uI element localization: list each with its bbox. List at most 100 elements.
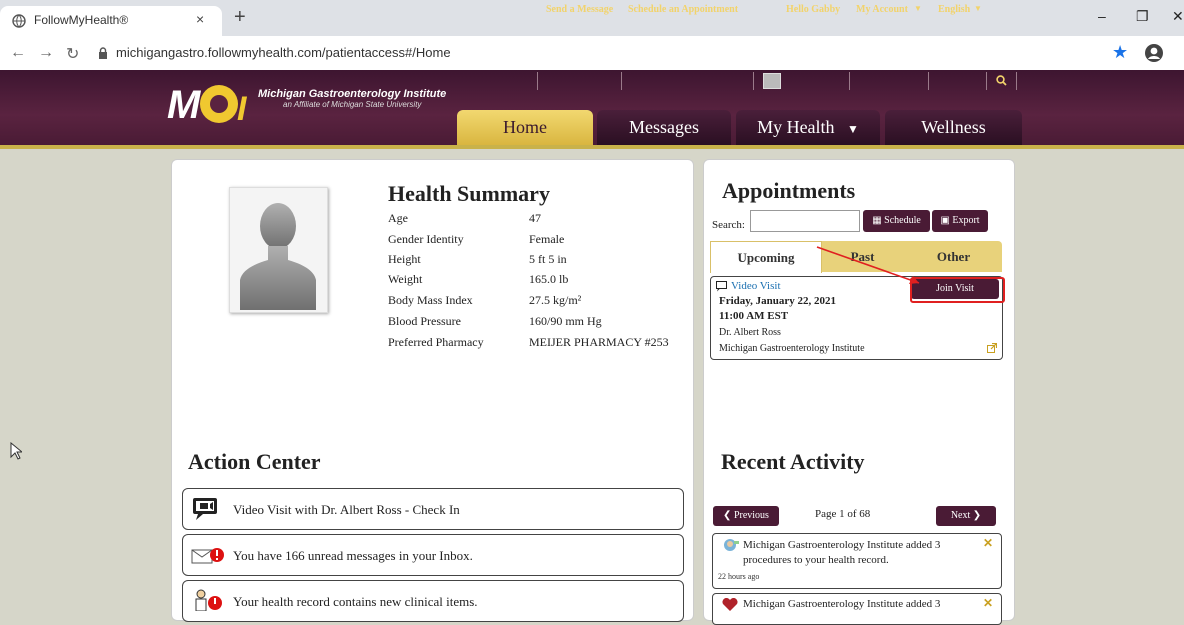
profile-icon[interactable] [1144, 43, 1164, 63]
gender-label: Gender Identity [388, 232, 464, 246]
previous-button-label: Previous [733, 510, 769, 521]
height-label: Height [388, 252, 421, 266]
tab-wellness[interactable]: Wellness [885, 110, 1022, 145]
export-button-label: Export [952, 215, 980, 226]
weight-value: 165.0 lb [529, 272, 569, 286]
activity-time: 22 hours ago [718, 572, 760, 581]
dismiss-icon[interactable]: ✕ [983, 536, 993, 551]
svg-text:M: M [167, 83, 202, 127]
tab-close-button[interactable]: × [196, 11, 204, 27]
language-menu[interactable]: English [938, 4, 970, 26]
calendar-icon: ▦ [872, 215, 882, 226]
mgi-logo[interactable]: M I [167, 78, 255, 134]
activity-item: Michigan Gastroenterology Institute adde… [712, 533, 1002, 589]
appointment-location: Michigan Gastroenterology Institute [719, 343, 865, 354]
height-value: 5 ft 5 in [529, 252, 567, 266]
doctor-alert-icon [195, 589, 222, 611]
appointment-time: 11:00 AM EST [719, 310, 789, 322]
schedule-button[interactable]: ▦ Schedule [863, 210, 930, 232]
person-silhouette-icon [240, 203, 316, 310]
weight-label: Weight [388, 272, 423, 286]
previous-button[interactable]: ❮ Previous [713, 506, 779, 526]
action-item-video-visit[interactable]: Video Visit with Dr. Albert Ross - Check… [182, 488, 684, 530]
browser-tab[interactable]: FollowMyHealth® × [0, 6, 222, 36]
age-label: Age [388, 211, 408, 225]
tab-upcoming[interactable]: Upcoming [710, 241, 822, 273]
minimize-icon[interactable]: – [1098, 8, 1106, 24]
export-button[interactable]: ▣ Export [932, 210, 988, 232]
hello-user-link[interactable]: Hello Gabby [786, 4, 840, 26]
procedure-icon [724, 539, 739, 551]
appointments-title: Appointments [722, 178, 856, 203]
recent-activity-title: Recent Activity [721, 449, 865, 474]
lock-icon [99, 47, 107, 59]
tab-title: FollowMyHealth® [34, 13, 129, 27]
action-item-text: Video Visit with Dr. Albert Ross - Check… [233, 502, 460, 517]
blood-pressure-label: Blood Pressure [388, 314, 461, 328]
heart-icon [722, 598, 738, 611]
video-chat-icon [193, 498, 217, 520]
chevron-down-icon: ▼ [847, 122, 859, 136]
back-icon[interactable]: ← [10, 44, 26, 62]
action-item-text: Your health record contains new clinical… [233, 594, 478, 609]
bookmark-star-icon[interactable]: ★ [1112, 42, 1128, 63]
reload-icon[interactable]: ↻ [66, 44, 79, 64]
bmi-value: 27.5 kg/m² [529, 293, 582, 307]
mail-alert-icon [191, 548, 224, 564]
send-message-link[interactable]: Send a Message [546, 4, 613, 26]
logo-name: Michigan Gastroenterology Institute [258, 88, 447, 100]
mouse-cursor-icon [10, 442, 22, 460]
url-field[interactable]: michigangastro.followmyhealth.com/patien… [116, 45, 451, 60]
chevron-down-icon: ▼ [974, 4, 982, 13]
activity-item: Michigan Gastroenterology Institute adde… [712, 593, 1002, 625]
close-window-icon[interactable]: ✕ [1172, 8, 1184, 25]
age-value: 47 [529, 211, 541, 225]
user-avatar [763, 73, 781, 89]
schedule-appointment-link[interactable]: Schedule an Appointment [628, 4, 738, 26]
next-button-label: Next [950, 510, 971, 521]
bmi-label: Body Mass Index [388, 293, 473, 307]
new-tab-button[interactable]: + [234, 7, 246, 27]
external-link-icon[interactable] [987, 343, 997, 353]
tab-home[interactable]: Home [457, 110, 593, 145]
maximize-icon[interactable]: ❐ [1136, 8, 1149, 25]
join-visit-highlight [910, 277, 1005, 303]
action-item-clinical[interactable]: Your health record contains new clinical… [182, 580, 684, 622]
video-chat-icon [716, 281, 727, 292]
blood-pressure-value: 160/90 mm Hg [529, 314, 602, 328]
page-indicator: Page 1 of 68 [815, 508, 871, 520]
address-bar: ← → ↻ michigangastro.followmyhealth.com/… [0, 36, 1184, 71]
chevron-left-icon: ❮ [723, 510, 732, 521]
search-label: Search: [712, 219, 745, 231]
save-icon: ▣ [940, 215, 950, 226]
schedule-button-label: Schedule [884, 215, 921, 226]
action-item-text: You have 166 unread messages in your Inb… [233, 548, 473, 563]
appointment-date: Friday, January 22, 2021 [719, 295, 837, 307]
globe-icon [12, 14, 26, 28]
my-account-menu[interactable]: My Account [856, 4, 908, 26]
chevron-down-icon: ▼ [914, 4, 922, 13]
tab-messages[interactable]: Messages [597, 110, 731, 145]
svg-text:I: I [237, 90, 248, 128]
action-item-messages[interactable]: You have 166 unread messages in your Inb… [182, 534, 684, 576]
logo-subtitle: an Affiliate of Michigan State Universit… [283, 100, 422, 109]
search-icon[interactable] [996, 75, 1007, 86]
dismiss-icon[interactable]: ✕ [983, 596, 993, 611]
activity-text: Michigan Gastroenterology Institute adde… [743, 598, 941, 610]
pharmacy-value: MEIJER PHARMACY #253 [529, 335, 669, 349]
activity-text: Michigan Gastroenterology Institute adde… [743, 539, 941, 566]
next-button[interactable]: Next ❯ [936, 506, 996, 526]
gender-value: Female [529, 232, 565, 246]
appointment-search-input[interactable] [750, 210, 860, 232]
pharmacy-label: Preferred Pharmacy [388, 335, 484, 349]
tab-my-health[interactable]: My Health ▼ [736, 110, 880, 145]
forward-icon[interactable]: → [38, 44, 54, 62]
action-center-title: Action Center [188, 449, 321, 474]
health-summary-title: Health Summary [388, 181, 550, 206]
tab-my-health-label: My Health [757, 117, 835, 137]
appointment-type-link[interactable]: Video Visit [731, 280, 781, 292]
chevron-right-icon: ❯ [972, 510, 982, 521]
header-divider [0, 145, 1184, 149]
appointment-doctor: Dr. Albert Ross [719, 327, 781, 338]
profile-photo [229, 187, 328, 313]
